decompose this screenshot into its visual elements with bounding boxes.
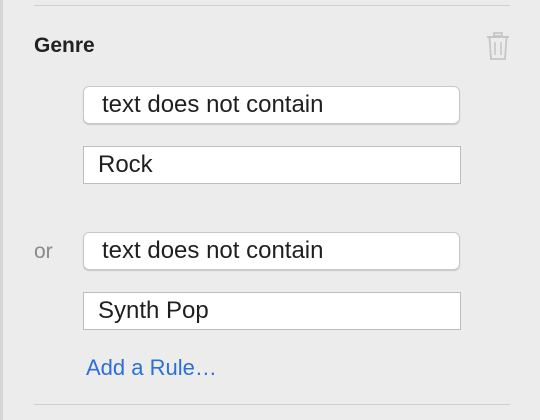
bottom-divider [34,404,510,405]
top-divider [34,5,510,6]
rule-value-field[interactable]: Synth Pop [83,292,461,330]
rule-panel: Genre text does not contain Rock or text… [0,0,540,420]
or-connector-label: or [34,240,53,263]
rule-value-field[interactable]: Rock [83,146,461,184]
add-rule-link[interactable]: Add a Rule… [86,355,217,381]
trash-icon[interactable] [484,30,512,62]
condition-select[interactable]: text does not contain [83,86,460,124]
section-title: Genre [34,34,95,57]
panel-edge [0,0,3,420]
condition-select[interactable]: text does not contain [83,232,460,270]
